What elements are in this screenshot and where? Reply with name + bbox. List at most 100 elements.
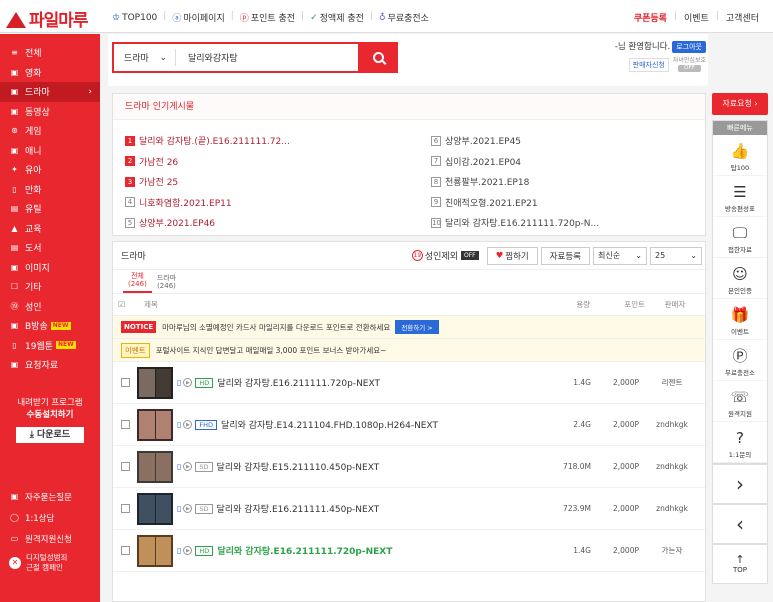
popular-item[interactable]: 4 니호화염함.2021.EP11 <box>125 194 431 211</box>
popular-item[interactable]: 8 천룡팔부.2021.EP18 <box>431 173 699 190</box>
topnav-free-charge[interactable]: ♁ 무료충전소 <box>379 11 429 25</box>
quick-menu-item[interactable]: ☺ 본인인증 <box>713 258 767 299</box>
sidebar-item[interactable]: ▣ 이미지 <box>0 258 100 278</box>
sidebar-item[interactable]: ⊛ 게임 <box>0 121 100 141</box>
register-button[interactable]: 자료등록 <box>540 246 590 265</box>
popular-item[interactable]: 10 달리와 감자탕.E16.211111.720p-N... <box>431 214 699 231</box>
sidebar-item[interactable]: ▣ B방송 NEW <box>0 316 100 336</box>
event-banner[interactable]: 이벤트 포털사이트 지식인 답변달고 매일매일 3,000 포인트 보너스 받아… <box>113 339 705 362</box>
thumbnail[interactable] <box>137 408 173 441</box>
popular-item[interactable]: 3 가남전 25 <box>125 173 431 190</box>
table-row[interactable]: ▯ ▶ SD 달리와 감자탕.E15.211110.450p-NEXT 718.0M 2,… <box>113 446 705 488</box>
select-all-checkbox[interactable]: ☑ <box>118 300 132 309</box>
sidebar-item[interactable]: ▣ 요청자료 <box>0 355 100 375</box>
sort-select[interactable]: 최신순 ⌄ <box>593 246 647 265</box>
popular-item[interactable]: 6 상양부.2021.EP45 <box>431 132 699 149</box>
support-item[interactable]: ▭ 원격지원신청 <box>0 528 100 549</box>
quick-menu-item[interactable]: 👍 탑100 <box>713 135 767 176</box>
event-link[interactable]: 이벤트 <box>684 11 709 24</box>
coupon-link[interactable]: 쿠폰등록 <box>634 11 667 24</box>
row-checkbox[interactable] <box>121 504 130 513</box>
play-icon[interactable]: ▶ <box>183 420 193 429</box>
support-link[interactable]: 고객센터 <box>726 11 759 24</box>
file-seller[interactable]: 가는자 <box>639 545 705 556</box>
file-seller[interactable]: zndhkgk <box>639 462 705 471</box>
next-button[interactable]: › <box>712 464 768 504</box>
popular-item[interactable]: 1 달리와 감자탕.(끝).E16.211111.72... <box>125 132 431 149</box>
file-title[interactable]: 달리와 감자탕.E14.211104.FHD.1080p.H264-NEXT <box>221 418 541 431</box>
thumbnail[interactable] <box>137 366 173 399</box>
file-title[interactable]: 달리와 감자탕.E16.211111.450p-NEXT <box>217 502 541 515</box>
file-seller[interactable]: zndhkgk <box>639 420 705 429</box>
site-logo[interactable]: 파일마루 <box>6 6 89 31</box>
request-icon: ▣ <box>10 360 19 370</box>
file-title[interactable]: 달리와 감자탕.E16.211111.720p-NEXT <box>217 376 541 389</box>
sidebar-item[interactable]: ▯ 19웹툰 NEW <box>0 336 100 356</box>
sidebar-item[interactable]: ▤ 도서 <box>0 238 100 258</box>
row-checkbox[interactable] <box>121 462 130 471</box>
sidebar-item[interactable]: ▣ 애니 <box>0 141 100 161</box>
quick-menu-item[interactable]: 🖵 접한자료 <box>713 217 767 258</box>
download-button[interactable]: ⤓ 다운로드 <box>16 426 84 443</box>
thumbnail[interactable] <box>137 450 173 483</box>
popular-item[interactable]: 2 가남전 26 <box>125 153 431 170</box>
popular-item[interactable]: 5 상양부.2021.EP46 <box>125 214 431 231</box>
prev-button[interactable]: ‹ <box>712 504 768 544</box>
table-row[interactable]: ▯ ▶ HD 달리와 감자탕.E16.211111.720p-NEXT 1.4G 2,00… <box>113 530 705 572</box>
topnav-top100[interactable]: ♔ TOP100 <box>112 11 157 24</box>
quick-menu-item[interactable]: 🎁 이벤트 <box>713 299 767 340</box>
campaign-link[interactable]: ✕ 디지털성범죄 근절 캠페인 <box>0 553 100 573</box>
file-title[interactable]: 달리와 감자탕.E15.211110.450p-NEXT <box>217 460 541 473</box>
play-icon[interactable]: ▶ <box>183 378 193 387</box>
search-category-select[interactable]: 드라마 ⌄ <box>114 49 176 66</box>
popular-item-label: 친애적오형.2021.EP21 <box>445 198 538 209</box>
page-size-select[interactable]: 25 ⌄ <box>650 246 702 265</box>
file-seller[interactable]: 리젠트 <box>639 377 705 388</box>
quick-menu-item[interactable]: ☏ 원격지원 <box>713 381 767 422</box>
topnav-mypage[interactable]: ⓐ 마이페이지 <box>172 11 224 24</box>
play-icon[interactable]: ▶ <box>183 504 193 513</box>
sidebar-item[interactable]: ▤ 유틸 <box>0 199 100 219</box>
seller-apply-button[interactable]: 판매자신청 <box>628 57 669 72</box>
table-row[interactable]: ▯ ▶ HD 달리와 감자탕.E16.211111.720p-NEXT 1.4G 2,00… <box>113 362 705 404</box>
sidebar-item[interactable]: ▣ 영화 <box>0 63 100 83</box>
child-safe-toggle[interactable]: 자녀안심보호 OFF <box>673 57 706 72</box>
sidebar-item[interactable]: ▯ 만화 <box>0 180 100 200</box>
popular-item[interactable]: 9 친애적오형.2021.EP21 <box>431 194 699 211</box>
sidebar-item[interactable]: ▣ 동영상 <box>0 102 100 122</box>
play-icon[interactable]: ▶ <box>183 546 193 555</box>
row-checkbox[interactable] <box>121 378 130 387</box>
table-row[interactable]: ▯ ▶ SD 달리와 감자탕.E16.211111.450p-NEXT 723.9M 2,… <box>113 488 705 530</box>
sidebar-item[interactable]: ⑲ 성인 <box>0 297 100 317</box>
play-icon[interactable]: ▶ <box>183 462 193 471</box>
topnav-flat-charge[interactable]: ✓ 정액제 충전 <box>310 11 364 25</box>
quick-menu-item[interactable]: Ⓟ 무료충전소 <box>713 340 767 381</box>
quick-menu-item[interactable]: ? 1:1문의 <box>713 422 767 463</box>
thumbnail[interactable] <box>137 534 173 567</box>
file-title[interactable]: 달리와 감자탕.E16.211111.720p-NEXT <box>217 544 541 557</box>
logout-button[interactable]: 로그아웃 <box>672 41 706 53</box>
row-checkbox[interactable] <box>121 546 130 555</box>
favorite-button[interactable]: ♥ 찜하기 <box>486 246 538 265</box>
sidebar-item[interactable]: ✦ 유아 <box>0 160 100 180</box>
sidebar-item[interactable]: ▣ 드라마 › <box>0 82 100 102</box>
scroll-top-button[interactable]: ↑ TOP <box>712 544 768 584</box>
sidebar-item[interactable]: ▲ 교육 <box>0 219 100 239</box>
sidebar-item[interactable]: ☐ 기타 <box>0 277 100 297</box>
table-row[interactable]: ▯ ▶ FHD 달리와 감자탕.E14.211104.FHD.1080p.H264-N… <box>113 404 705 446</box>
support-item[interactable]: ▣ 자주묻는질문 <box>0 486 100 507</box>
convert-button[interactable]: 전환하기 > <box>395 320 439 334</box>
row-checkbox[interactable] <box>121 420 130 429</box>
tab-drama[interactable]: 드라마 (246) <box>152 274 181 293</box>
tab-all[interactable]: 전체 (246) <box>123 272 152 293</box>
file-seller[interactable]: zndhkgk <box>639 504 705 513</box>
thumbnail[interactable] <box>137 492 173 525</box>
popular-item[interactable]: 7 십이감.2021.EP04 <box>431 153 699 170</box>
adult-filter-toggle[interactable]: 19 성인제외 OFF <box>411 249 479 262</box>
request-button[interactable]: 자료요청 › <box>712 93 768 115</box>
sidebar-item[interactable]: ≡ 전체 <box>0 43 100 63</box>
quick-menu-item[interactable]: ☰ 방송편성표 <box>713 176 767 217</box>
search-button[interactable] <box>358 42 398 73</box>
support-item[interactable]: ◯ 1:1상담 <box>0 507 100 528</box>
topnav-point-charge[interactable]: ⓟ 포인트 충전 <box>240 11 295 24</box>
